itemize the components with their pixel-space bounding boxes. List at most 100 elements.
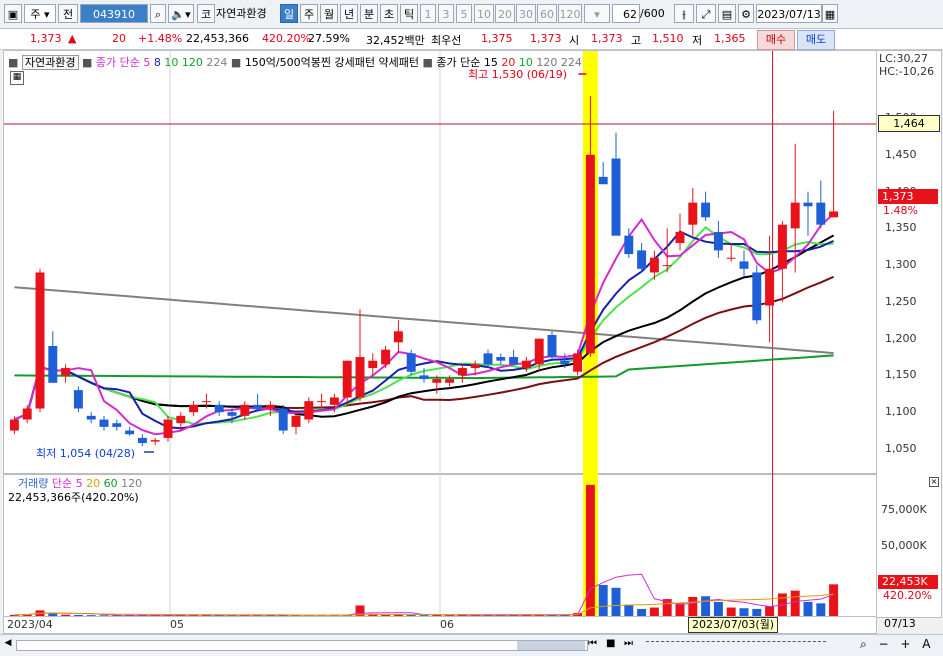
price-tick: 1,350 (885, 221, 917, 235)
volume-legend-value: 22,453,366주(420.20%) (8, 491, 139, 504)
close-icon[interactable]: × (929, 477, 939, 487)
current-volume-tag: 22,453K (878, 575, 938, 589)
gear-icon[interactable]: ⚙ (738, 4, 754, 23)
candle-body (496, 357, 506, 361)
interval-3[interactable]: 3 (438, 4, 454, 23)
stock-code-input[interactable]: 043910 (80, 4, 148, 23)
candle-body (393, 331, 403, 343)
open-label: 시 (569, 34, 580, 47)
low-annotation: 최저 1,054 (04/28) (36, 447, 136, 460)
legend-marker-icon: ■ (8, 56, 19, 69)
volume-bar (637, 608, 647, 616)
candle-body (368, 360, 378, 369)
zoom-controls[interactable]: ⌕ − + A (860, 637, 940, 653)
count-input[interactable]: 62 (612, 4, 640, 23)
scroll-track[interactable] (16, 640, 588, 651)
market-type-select[interactable]: 주 ▾ (24, 4, 56, 23)
current-price-pct: 1.48% (883, 204, 918, 217)
price-tick: 1,200 (885, 331, 917, 345)
draw-tool-icon[interactable]: ⤢ (696, 4, 716, 23)
volume-bar (701, 596, 711, 616)
window-icon[interactable]: ▣ (4, 4, 22, 23)
candle-body (381, 349, 391, 365)
interval-60[interactable]: 60 (537, 4, 557, 23)
grid-icon[interactable]: ▦ (10, 71, 24, 85)
period-day[interactable]: 일 (280, 4, 298, 23)
legend-stock-name[interactable]: 자연과환경 (21, 55, 79, 70)
legend-marker-icon: ■ (422, 56, 433, 69)
candle-body (253, 404, 263, 409)
legend-pattern: 150억/500억봉찐 (244, 56, 331, 69)
legend-ma-120: 120 (181, 56, 203, 69)
candle-body (214, 404, 224, 413)
price-tick: 1,300 (885, 258, 917, 272)
stop-icon[interactable]: ■ (606, 638, 618, 652)
interval-1[interactable]: 1 (420, 4, 436, 23)
candle-body (803, 202, 813, 207)
x-label-jun: 06 (440, 618, 454, 631)
x-label-last: 07/13 (884, 617, 916, 630)
buy-button[interactable]: 매수 (757, 30, 795, 50)
volume-bar (713, 601, 723, 616)
candle-body (765, 268, 775, 306)
volume-bar (624, 604, 634, 616)
ma-5-line (14, 213, 835, 436)
volume-tick: 75,000K (881, 503, 927, 517)
period-month[interactable]: 월 (320, 4, 338, 23)
price-volume-chart[interactable]: ■ 자연과환경 ■ 종가 단순 5 8 10 120 224 ■ 150억/50… (3, 50, 877, 618)
legend-ma-224: 224 (206, 56, 228, 69)
candle-icon[interactable]: ⫲ (674, 4, 694, 23)
x-label-may: 05 (170, 618, 184, 631)
scroll-left-icon[interactable]: ◀ (2, 638, 14, 652)
candle-body (688, 202, 698, 225)
save-icon[interactable]: ▤ (718, 4, 736, 23)
interval-10[interactable]: 10 (474, 4, 494, 23)
scroll-thumb[interactable] (517, 641, 585, 650)
period-second[interactable]: 초 (380, 4, 398, 23)
prev-button[interactable]: 전 (58, 4, 78, 23)
volume-bar (688, 596, 698, 616)
interval-30[interactable]: 30 (516, 4, 536, 23)
volume-bar (765, 606, 775, 616)
chart-canvas[interactable] (4, 51, 876, 617)
period-week[interactable]: 주 (300, 4, 318, 23)
period-tick[interactable]: 틱 (400, 4, 418, 23)
current-price: 1,373 (30, 32, 62, 45)
volume-bar (829, 584, 839, 616)
date-input[interactable]: 2023/07/13 (756, 4, 822, 23)
best-ask-label: 최우선 (431, 34, 462, 47)
code-prefix-button[interactable]: 코 (197, 4, 215, 23)
candle-body (291, 415, 301, 427)
candle-body (137, 437, 147, 444)
rewind-icon[interactable]: ⏮ (588, 638, 600, 652)
up-arrow-icon: ▲ (68, 32, 77, 45)
price-axis[interactable]: LC:30,27 HC:-10,26 1,5001,4501,4001,3501… (876, 50, 942, 618)
chart-scroll-bar[interactable]: ◀ ⏮ ■ ⏭ ⌕ − + A (0, 634, 943, 656)
volume-ma-20-line (14, 593, 834, 616)
period-year[interactable]: 년 (340, 4, 358, 23)
legend-marker-icon: ■ (230, 56, 242, 69)
sell-button[interactable]: 매도 (797, 30, 835, 50)
candle-body (201, 401, 211, 403)
forward-icon[interactable]: ⏭ (624, 638, 636, 652)
calendar-icon[interactable]: ▦ (822, 4, 838, 23)
price-change: 20 (112, 32, 126, 45)
legend-marker-icon: ■ (82, 56, 93, 69)
interval-5[interactable]: 5 (456, 4, 472, 23)
ma-20-line (14, 234, 835, 421)
interval-120[interactable]: 120 (558, 4, 582, 23)
zoom-track[interactable] (646, 641, 826, 648)
interval-20[interactable]: 20 (495, 4, 515, 23)
search-icon[interactable]: ⌕ (150, 4, 166, 23)
volume-bar (598, 584, 608, 616)
interval-select[interactable]: ▾ (584, 4, 610, 23)
price-tick: 1,450 (885, 147, 917, 161)
volume-bar (739, 608, 749, 616)
period-minute[interactable]: 분 (360, 4, 378, 23)
crosshair-date-tag: 2023/07/03(월) (688, 617, 779, 633)
speaker-icon[interactable]: 🔈▾ (168, 4, 194, 23)
price-change-pct: +1.48% (138, 32, 183, 45)
turnover-rate: 27.59% (308, 32, 350, 45)
volume-bar (585, 484, 595, 616)
x-label-apr: 2023/04 (7, 618, 53, 631)
